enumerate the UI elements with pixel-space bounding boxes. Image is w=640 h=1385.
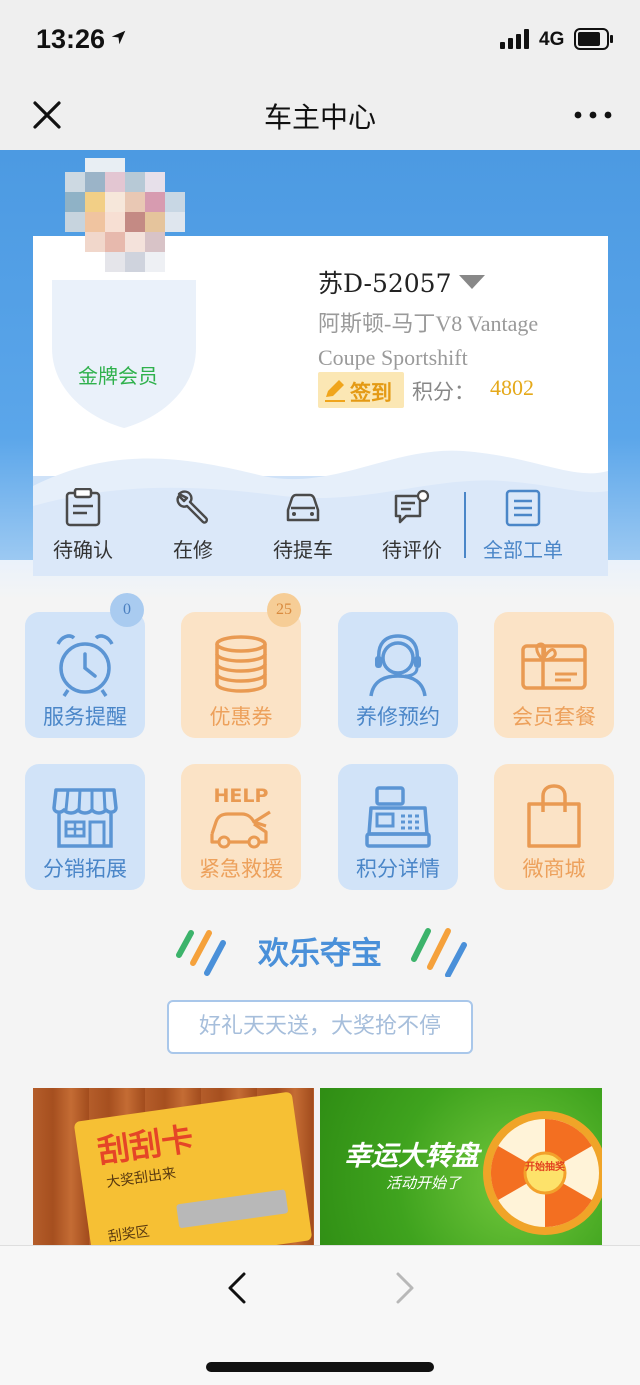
grid-points-detail[interactable]: 积分详情 <box>338 764 458 890</box>
more-icon[interactable] <box>570 100 616 130</box>
prize-wheel-icon: 开始抽奖 <box>483 1111 602 1235</box>
points-label: 积分： <box>412 380 475 404</box>
tab-label: 待确认 <box>53 538 113 562</box>
grid-coupons[interactable]: 优惠券 <box>181 612 301 738</box>
tile-label: 紧急救援 <box>199 857 283 881</box>
list-icon <box>505 489 541 527</box>
back-icon[interactable] <box>222 1270 252 1306</box>
grid-distribution[interactable]: 分销拓展 <box>25 764 145 890</box>
help-car-icon: HELP <box>210 785 271 849</box>
tab-label: 全部工单 <box>483 538 563 562</box>
status-bar: 13:26 4G <box>0 0 640 80</box>
member-level: 金牌会员 <box>78 364 158 388</box>
tile-label: 服务提醒 <box>43 705 127 729</box>
tab-label: 待提车 <box>273 538 333 562</box>
signin-label: 签到 <box>350 381 392 405</box>
grid-service-reminder[interactable]: 服务提醒 <box>25 612 145 738</box>
pencil-icon <box>325 380 345 402</box>
scratch-card-banner[interactable]: 刮刮卡 大奖刮出来 刮奖区 <box>33 1088 314 1245</box>
caret-down-icon[interactable] <box>458 274 486 290</box>
coupons-badge: 25 <box>267 593 301 627</box>
service-reminder-badge: 0 <box>110 593 144 627</box>
tab-label: 待评价 <box>382 538 442 562</box>
scratch-zone-label: 刮奖区 <box>106 1223 151 1245</box>
license-plate[interactable]: 苏D-52057 <box>318 264 451 300</box>
page-title: 车主中心 <box>263 101 376 134</box>
lucky-wheel-banner[interactable]: 幸运大转盘 活动开始了 开始抽奖 <box>320 1088 602 1245</box>
headset-agent-icon <box>369 634 427 697</box>
tile-label: 优惠券 <box>209 705 273 729</box>
location-arrow-icon <box>111 30 126 45</box>
scratch-zone <box>176 1189 289 1229</box>
wrench-icon <box>176 490 208 524</box>
signal-icon <box>500 29 529 49</box>
grid-maintenance-booking[interactable]: 养修预约 <box>338 612 458 738</box>
network-type: 4G <box>539 29 565 50</box>
tab-in-repair[interactable]: 在修 <box>143 488 243 568</box>
grid-emergency-rescue[interactable]: HELP 紧急救援 <box>181 764 301 890</box>
grid-micro-mall[interactable]: 微商城 <box>494 764 614 890</box>
nav-bar: 车主中心 <box>0 80 640 150</box>
tab-pending-confirm[interactable]: 待确认 <box>33 488 133 568</box>
store-icon <box>52 788 118 848</box>
clipboard-icon <box>65 488 101 527</box>
wheel-center-label: 开始抽奖 <box>525 1160 566 1173</box>
treasure-title: 欢乐夺宝 <box>258 936 382 972</box>
tab-label: 在修 <box>173 538 213 562</box>
gift-card-icon <box>521 642 587 690</box>
tile-label: 分销拓展 <box>43 857 127 881</box>
stripe-decoration-right <box>411 928 467 977</box>
car-model: 阿斯顿-马丁V8 Vantage Coupe Sportshift <box>318 311 539 370</box>
home-indicator[interactable] <box>206 1362 434 1372</box>
tile-label: 会员套餐 <box>512 705 596 729</box>
tile-label: 微商城 <box>522 857 586 881</box>
wheel-subtitle: 活动开始了 <box>386 1174 462 1192</box>
member-shield-icon <box>52 280 196 428</box>
tile-label: 积分详情 <box>356 857 440 881</box>
comment-icon <box>394 489 430 524</box>
cash-register-icon <box>365 786 431 848</box>
tab-pending-pickup[interactable]: 待提车 <box>253 488 353 568</box>
scratch-card-image: 刮刮卡 大奖刮出来 刮奖区 <box>73 1091 313 1245</box>
shopping-bag-icon <box>527 784 581 848</box>
alarm-clock-icon <box>56 634 114 697</box>
tile-label: 养修预约 <box>356 705 440 729</box>
bottom-toolbar <box>0 1245 640 1385</box>
grid-member-package[interactable]: 会员套餐 <box>494 612 614 738</box>
svg-text:HELP: HELP <box>214 785 269 807</box>
points-value: 4802 <box>490 375 534 400</box>
signin-button[interactable]: 签到 <box>318 372 404 408</box>
tab-divider <box>464 492 466 558</box>
battery-icon <box>574 28 613 50</box>
status-time: 13:26 <box>36 24 106 54</box>
tab-pending-review[interactable]: 待评价 <box>362 488 462 568</box>
treasure-subtitle[interactable]: 好礼天天送，大奖抢不停 <box>167 1000 473 1054</box>
forward-icon[interactable] <box>390 1270 420 1306</box>
car-icon <box>286 493 320 522</box>
wheel-title: 幸运大转盘 <box>344 1141 479 1172</box>
tab-all-orders[interactable]: 全部工单 <box>473 488 573 568</box>
scratch-title: 刮刮卡 <box>95 1119 196 1171</box>
coins-icon <box>215 635 267 693</box>
